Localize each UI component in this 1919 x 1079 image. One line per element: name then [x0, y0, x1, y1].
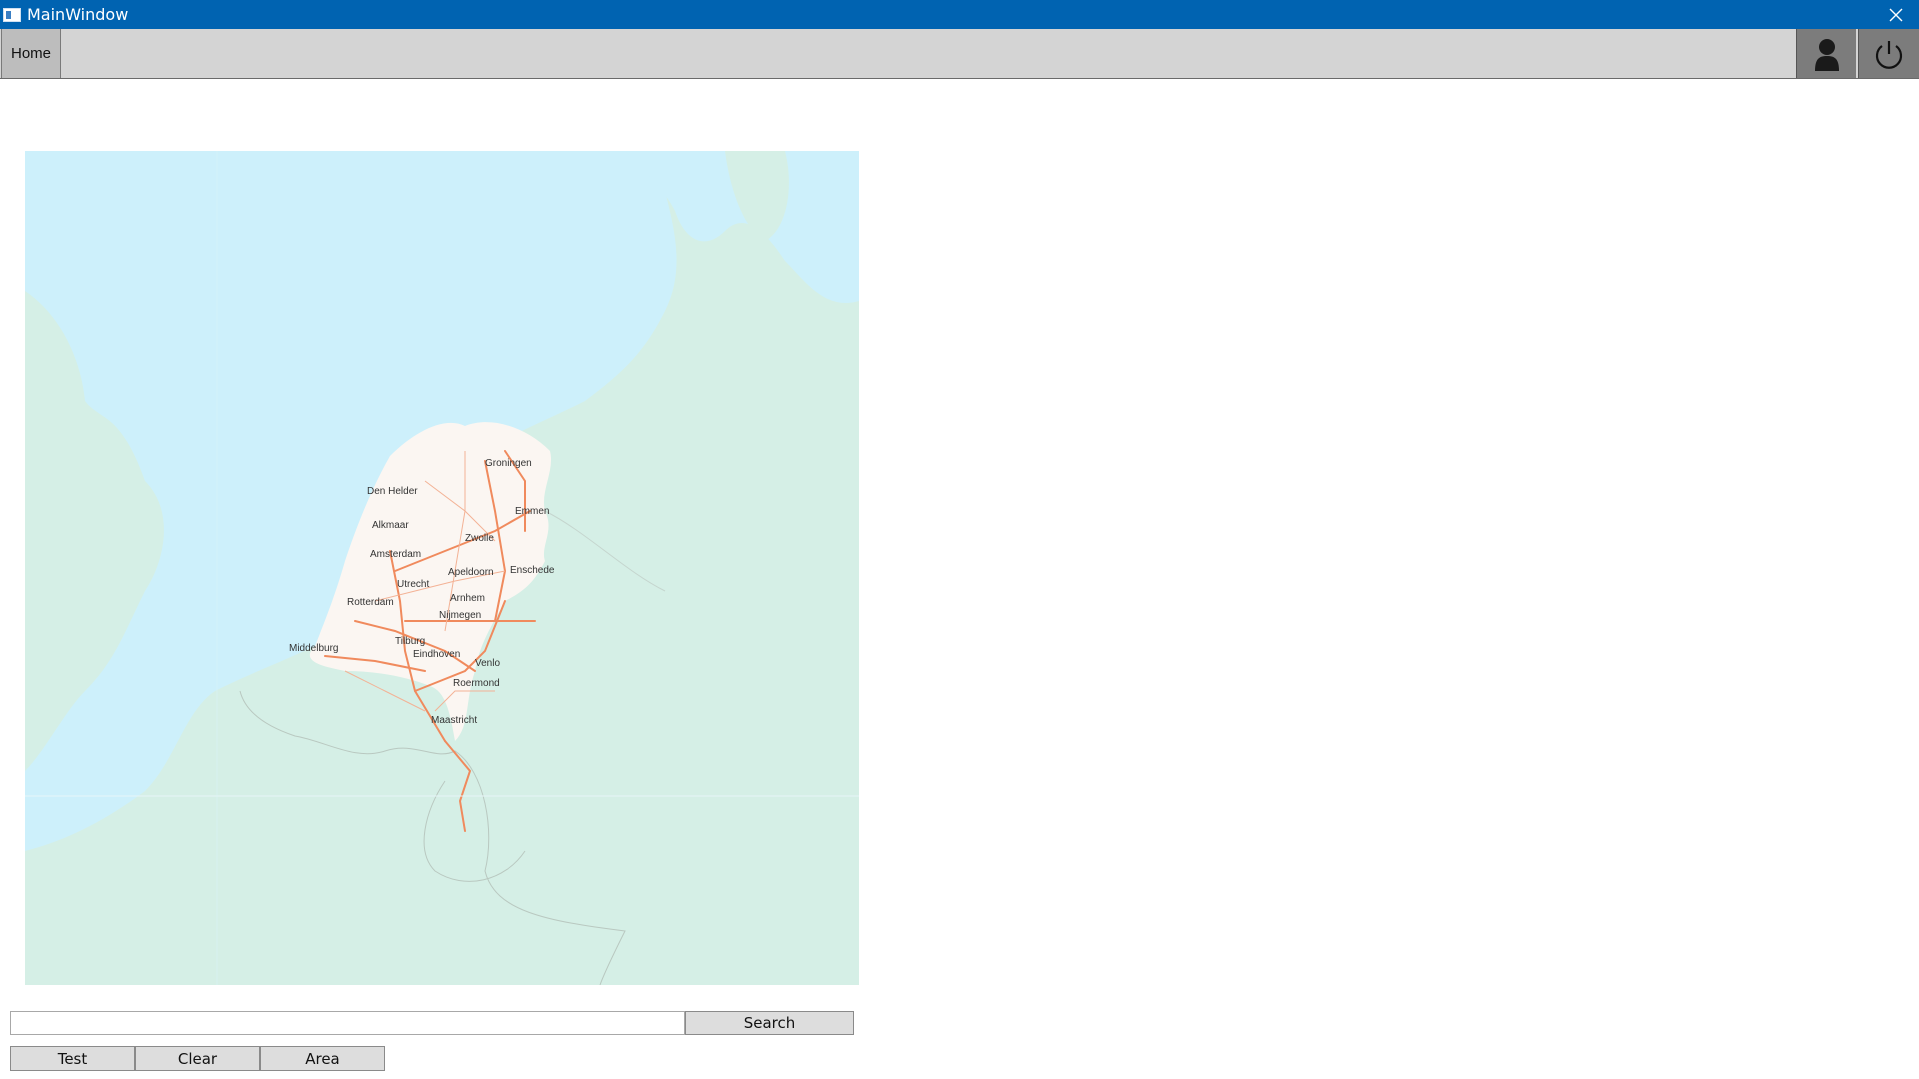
city-label: Apeldoorn: [448, 567, 494, 578]
window-title: MainWindow: [27, 5, 129, 24]
power-icon: [1875, 40, 1903, 69]
city-label: Roermond: [453, 678, 500, 689]
user-button[interactable]: [1796, 29, 1856, 78]
home-button[interactable]: Home: [1, 29, 61, 78]
search-input[interactable]: [10, 1011, 685, 1035]
city-label: Venlo: [475, 658, 500, 669]
land-uk: [25, 291, 164, 771]
city-label: Den Helder: [367, 486, 418, 497]
city-label: Arnhem: [450, 593, 485, 604]
search-button[interactable]: Search: [685, 1011, 854, 1035]
close-icon: [1889, 8, 1903, 21]
city-label: Nijmegen: [439, 610, 481, 621]
city-label: Alkmaar: [372, 520, 409, 531]
city-label: Enschede: [510, 565, 555, 576]
map-view[interactable]: Groningen Den Helder Emmen Alkmaar Zwoll…: [25, 151, 859, 985]
city-label: Groningen: [485, 458, 532, 469]
city-label: Maastricht: [431, 715, 477, 726]
city-label: Eindhoven: [413, 649, 460, 660]
close-button[interactable]: [1873, 0, 1919, 29]
area-button[interactable]: Area: [260, 1046, 385, 1071]
power-button[interactable]: [1858, 29, 1919, 78]
title-bar: MainWindow: [0, 0, 1919, 29]
clear-button[interactable]: Clear: [135, 1046, 260, 1071]
city-label: Tilburg: [395, 636, 425, 647]
map-canvas: Groningen Den Helder Emmen Alkmaar Zwoll…: [25, 151, 859, 985]
app-icon: [3, 7, 21, 22]
toolbar: Home: [0, 29, 1919, 79]
city-label: Utrecht: [397, 579, 429, 590]
user-icon: [1814, 38, 1839, 71]
city-label: Amsterdam: [370, 549, 421, 560]
test-button[interactable]: Test: [10, 1046, 135, 1071]
city-label: Zwolle: [465, 533, 494, 544]
city-label: Rotterdam: [347, 597, 394, 608]
city-label: Emmen: [515, 506, 549, 517]
city-label: Middelburg: [289, 643, 338, 654]
